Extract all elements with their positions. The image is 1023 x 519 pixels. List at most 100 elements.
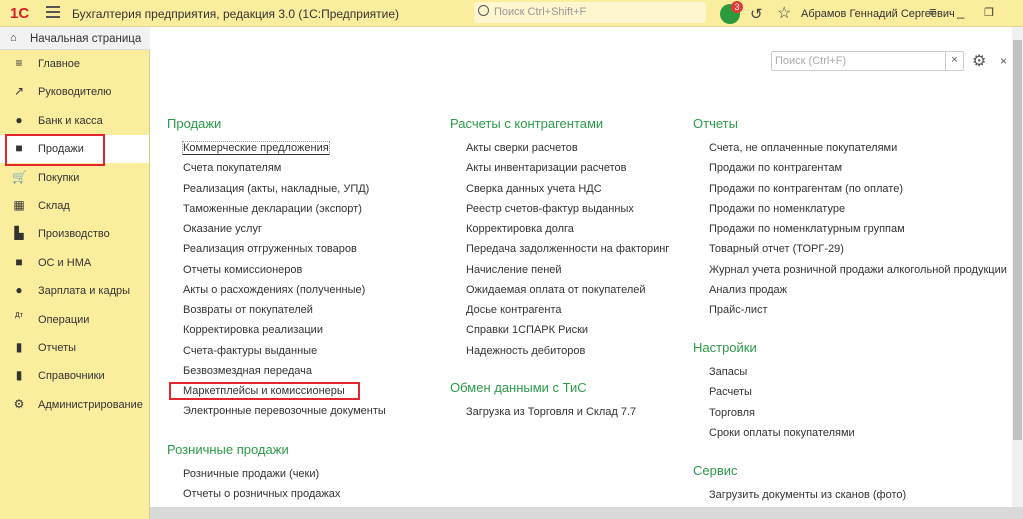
section-link[interactable]: Отчеты о розничных продажах [183,488,340,500]
search-icon [478,5,489,16]
section-link[interactable]: Реализация (акты, накладные, УПД) [183,183,369,195]
sidebar-item-label: Справочники [38,370,105,383]
home-icon: ⌂ [10,32,17,44]
menu-icon[interactable] [46,6,60,18]
section-link[interactable]: Товарный отчет (ТОРГ-29) [709,243,844,255]
notification-count-badge: 3 [731,1,743,13]
section-heading: Сервис [693,463,738,478]
sidebar: ⌂ Начальная страница ≡ Главное ↗ Руководител… [0,27,150,519]
section-link[interactable]: Безвозмездная передача [183,365,312,377]
sidebar-icon: ↗ [13,84,25,99]
section-link[interactable]: Корректировка долга [466,223,574,235]
settings-menu-icon[interactable]: ≡ [929,4,937,19]
section-link[interactable]: Досье контрагента [466,304,562,316]
section-link[interactable]: Корректировка реализации [183,324,323,336]
section-link[interactable]: Коммерческие предложения [182,141,330,155]
sidebar-item[interactable]: 🛒 Покупки [0,164,149,192]
favorites-star-icon[interactable]: ☆ [777,3,791,23]
section-link[interactable]: Начисление пеней [466,264,562,276]
history-icon[interactable]: ↺ [750,5,763,23]
highlight-marketplaces [169,382,360,400]
gear-icon[interactable]: ⚙ [972,51,986,71]
sidebar-item[interactable]: ▮ Справочники [0,362,149,390]
sidebar-item-label: Зарплата и кадры [38,285,131,298]
section-heading: Расчеты с контрагентами [450,116,604,131]
section-link[interactable]: Розничные продажи (чеки) [183,468,319,480]
sidebar-icon: ■ [15,254,23,269]
sidebar-item-label: Отчеты [38,342,77,354]
clear-search-icon[interactable]: × [945,52,963,70]
sidebar-item[interactable]: ▦ Склад [0,192,149,220]
sidebar-item-label: Производство [38,228,110,241]
section-link[interactable]: Продажи по контрагентам [709,162,842,174]
horizontal-scrollbar[interactable] [150,507,1023,519]
section-link[interactable]: Запасы [709,366,747,378]
section-heading: Розничные продажи [167,442,289,457]
sidebar-icon: ≡ [15,56,23,70]
sidebar-icon: ▙ [14,226,24,241]
sidebar-item[interactable]: ↗ Руководителю [0,78,149,106]
section-link[interactable]: Продажи по номенклатурным группам [709,223,905,235]
section-link[interactable]: Реестр счетов-фактур выданных [466,203,634,215]
section-link[interactable]: Анализ продаж [709,284,787,296]
section-link[interactable]: Продажи по контрагентам (по оплате) [709,183,903,195]
section-link[interactable]: Оказание услуг [183,223,262,235]
section-link[interactable]: Отчеты комиссионеров [183,264,302,276]
sidebar-item[interactable]: ▙ Производство [0,220,149,248]
section-link[interactable]: Передача задолженности на факторинг [466,243,669,255]
section-link[interactable]: Акты инвентаризации расчетов [466,162,626,174]
sidebar-home[interactable]: ⌂ Начальная страница [0,27,150,50]
section-link[interactable]: Акты сверки расчетов [466,142,578,154]
section-link[interactable]: Счета-фактуры выданные [183,345,317,357]
section-link[interactable]: Акты о расхождениях (полученные) [183,284,365,296]
section-link[interactable]: Счета покупателям [183,162,281,174]
sidebar-item-label: Главное [38,58,81,70]
sidebar-icon: ▮ [15,340,23,354]
sidebar-icon: 🛒 [12,169,27,184]
section-link[interactable]: Возвраты от покупателей [183,304,313,316]
sidebar-item[interactable]: ● Банк и касса [0,107,149,135]
sidebar-item-label: Операции [38,313,90,326]
sidebar-item-label: Банк и касса [38,114,103,127]
section-search-input[interactable]: Поиск (Ctrl+F) × [771,51,964,71]
sidebar-item[interactable]: ▮ Отчеты [0,334,149,362]
restore-window-icon[interactable]: ❐ [984,6,994,19]
highlight-sales [5,134,105,166]
app-title: Бухгалтерия предприятия, редакция 3.0 (1… [72,7,400,21]
sidebar-item[interactable]: Дт Операции [0,306,149,334]
section-link[interactable]: Электронные перевозочные документы [183,405,386,417]
sidebar-icon: ▮ [15,368,23,383]
section-link[interactable]: Надежность дебиторов [466,345,585,357]
section-link[interactable]: Продажи по номенклатуре [709,203,845,215]
section-link[interactable]: Счета, не оплаченные покупателями [709,142,897,154]
search-placeholder: Поиск (Ctrl+F) [775,55,847,67]
sidebar-item[interactable]: ⚙ Администрирование [0,391,149,419]
section-link[interactable]: Журнал учета розничной продажи алкогольн… [709,264,1007,276]
sidebar-icon: Дт [15,311,23,319]
section-link[interactable]: Таможенные декларации (экспорт) [183,203,362,215]
sidebar-item-label: Администрирование [38,398,143,411]
section-link[interactable]: Прайс-лист [709,304,768,316]
sidebar-icon: ● [15,283,23,298]
sidebar-item-label: Покупки [38,171,80,184]
section-link[interactable]: Торговля [709,407,755,419]
section-link[interactable]: Загрузить документы из сканов (фото) [709,489,906,501]
global-search-input[interactable]: Поиск Ctrl+Shift+F [474,2,706,23]
section-link[interactable]: Расчеты [709,386,752,398]
section-link[interactable]: Сверка данных учета НДС [466,183,602,195]
sidebar-item-label: Склад [38,200,70,212]
section-heading: Отчеты [693,116,738,131]
section-link[interactable]: Сроки оплаты покупателями [709,427,855,439]
home-label: Начальная страница [30,33,142,45]
section-link[interactable]: Справки 1СПАРК Риски [466,324,588,336]
sidebar-item[interactable]: ≡ Главное [0,50,149,78]
section-link[interactable]: Ожидаемая оплата от покупателей [466,284,646,296]
minimize-icon[interactable]: _ [957,4,964,19]
section-link[interactable]: Загрузка из Торговля и Склад 7.7 [466,406,636,418]
scrollbar-thumb[interactable] [1013,40,1022,440]
sidebar-item[interactable]: ● Зарплата и кадры [0,277,149,305]
sidebar-icon: ● [15,112,23,127]
sidebar-item[interactable]: ■ ОС и НМА [0,249,149,277]
close-icon[interactable]: × [1000,54,1007,68]
section-link[interactable]: Реализация отгруженных товаров [183,243,357,255]
